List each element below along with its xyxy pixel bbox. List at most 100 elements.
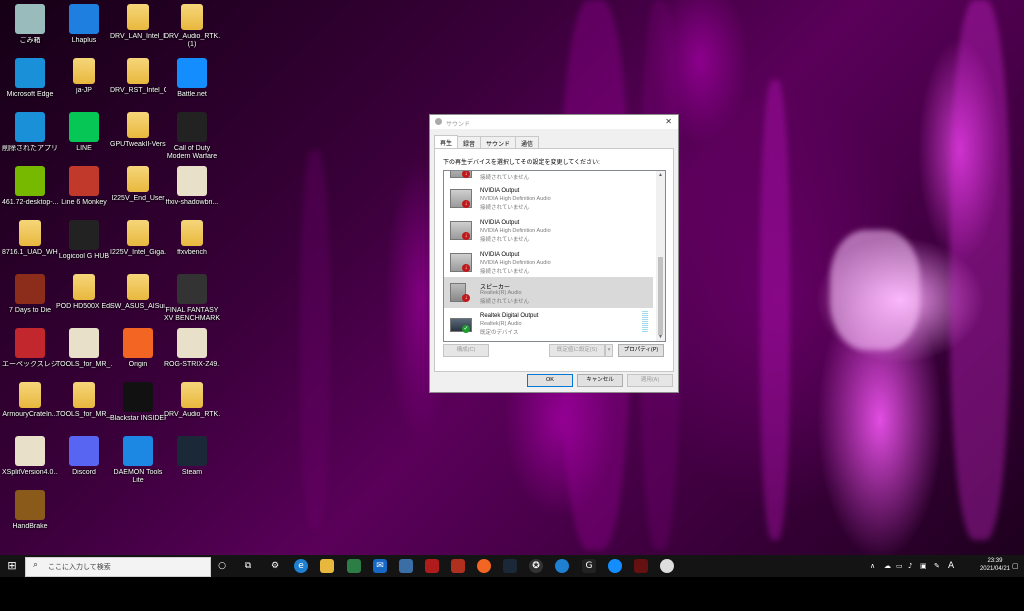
level-meter	[642, 311, 648, 333]
desktop-icon[interactable]: Battle.net	[164, 58, 220, 99]
desktop-icon[interactable]: Lhaplus	[56, 4, 112, 45]
desktop-icon[interactable]: DAEMON Tools Lite	[110, 436, 166, 485]
configure-button[interactable]: 構成(C)	[443, 344, 489, 357]
desktop-icon[interactable]: Origin	[110, 328, 166, 369]
asus-icon[interactable]	[425, 559, 439, 573]
cortana-icon[interactable]: ○	[215, 559, 229, 573]
tab-recording[interactable]: 録音	[457, 136, 482, 148]
set-default-dropdown[interactable]: ▾	[605, 344, 613, 357]
origin-taskbar-icon[interactable]	[477, 559, 491, 573]
playback-panel: 下の再生デバイスを選択してその設定を変更してください: ↓ 接続されていません ↓ N…	[434, 148, 674, 372]
desktop-icon[interactable]: Discord	[56, 436, 112, 477]
desktop-icon[interactable]: I225V_Intel_Giga...	[110, 220, 166, 257]
tray-chevron-icon[interactable]: ∧	[870, 555, 875, 577]
edge-dev-icon[interactable]	[555, 559, 569, 573]
desktop-icon[interactable]: Call of Duty Modern Warfare	[164, 112, 220, 161]
desktop-icon[interactable]: HandBrake	[2, 490, 58, 531]
notification-icon[interactable]: ▢	[1012, 555, 1019, 577]
desktop-icon[interactable]: 削除されたアプリ	[2, 112, 58, 153]
desktop-icon[interactable]: TOOLS_for_MR_...	[56, 328, 112, 369]
ghub-taskbar-icon[interactable]: G	[582, 559, 596, 573]
down-arrow-badge-icon: ↓	[462, 171, 470, 178]
desktop-icon[interactable]: Steam	[164, 436, 220, 477]
desktop-icon[interactable]: ArmouryCrateIn...	[2, 382, 58, 419]
cloud-icon[interactable]: ☁	[884, 555, 891, 577]
tab-sounds[interactable]: サウンド	[480, 136, 517, 148]
set-default-button[interactable]: 既定値に設定(S)	[549, 344, 605, 357]
apply-button[interactable]: 適用(A)	[627, 374, 673, 387]
scroll-thumb[interactable]	[658, 257, 663, 335]
desktop-icon[interactable]: LINE	[56, 112, 112, 153]
desktop-icon[interactable]: ごみ箱	[2, 4, 58, 45]
device-list-item[interactable]: ↓ 接続されていません	[444, 171, 653, 184]
volume-icon[interactable]: ♪	[908, 555, 912, 577]
folder-icon	[127, 4, 149, 30]
desktop-icon[interactable]: ja-JP	[56, 58, 112, 95]
device-list[interactable]: ↓ 接続されていません ↓ NVIDIA Output NVIDIA High Defi…	[443, 170, 666, 342]
edge-taskbar-icon[interactable]: e	[294, 559, 308, 573]
desktop-icon-label: Discord	[72, 469, 96, 476]
desktop-icon[interactable]: ROG-STRIX-Z49...	[164, 328, 220, 369]
taskbar-search-box[interactable]: ⌕ ここに入力して検索	[25, 557, 211, 577]
desktop-icon[interactable]: 7 Days to Die	[2, 274, 58, 315]
desktop-icon[interactable]: Microsoft Edge	[2, 58, 58, 99]
desktop-icon[interactable]: エーペックスレジェンズ	[2, 328, 58, 369]
scrollbar[interactable]: ▲ ▼	[656, 171, 665, 341]
desktop-icon[interactable]: ffxvbench	[164, 220, 220, 257]
mail-icon[interactable]: ✉	[373, 559, 387, 573]
device-sub2: 接続されていません	[480, 299, 530, 305]
desktop-icon[interactable]: DRV_LAN_Intel_I...	[110, 4, 166, 41]
desktop-icon[interactable]: DRV_Audio_RTK...	[164, 382, 220, 419]
ok-button[interactable]: OK	[527, 374, 573, 387]
ime-indicator[interactable]: A	[948, 555, 954, 577]
scroll-down-icon[interactable]: ▼	[658, 334, 663, 340]
display-icon[interactable]: ▣	[920, 555, 927, 577]
desktop-icon[interactable]: Blackstar INSIDER	[110, 382, 166, 423]
desktop-icon[interactable]: POD HD500X Edit	[56, 274, 112, 311]
desktop-icon-label: I225V_End_User	[111, 195, 165, 202]
desktop-icon-label: SW_ASUS_AISui...	[110, 303, 166, 310]
scroll-up-icon[interactable]: ▲	[658, 172, 663, 178]
desktop-icon[interactable]: XSplitVersion4.0...	[2, 436, 58, 477]
clock[interactable]: 23:39 2021/04/21	[980, 557, 1010, 573]
file-explorer-icon[interactable]	[320, 559, 334, 573]
cancel-button[interactable]: キャンセル	[577, 374, 623, 387]
steam-taskbar-icon[interactable]	[503, 559, 517, 573]
desktop-icon[interactable]: Logicool G HUB	[56, 220, 112, 261]
blackstar-taskbar-icon[interactable]: ✪	[529, 559, 543, 573]
desktop-icon[interactable]: ffxiv-shadowbri...	[164, 166, 220, 207]
battlenet-taskbar-icon[interactable]	[608, 559, 622, 573]
task-view-icon[interactable]: ⧉	[241, 559, 255, 573]
down-arrow-badge-icon: ↓	[462, 232, 470, 240]
desktop-icon[interactable]: FINAL FANTASY XV BENCHMARK	[164, 274, 220, 323]
desktop-icon[interactable]: 461.72-desktop-...	[2, 166, 58, 207]
device-list-item[interactable]: ↓ スピーカー Realtek(R) Audio 接続されていません	[444, 277, 653, 308]
device-list-item[interactable]: ✓ Realtek Digital Output Realtek(R) Audio 既…	[444, 308, 653, 339]
desktop-icon[interactable]: I225V_End_User	[110, 166, 166, 203]
close-icon[interactable]: ✕	[665, 117, 672, 126]
armoury-icon[interactable]	[451, 559, 465, 573]
settings-gear-icon[interactable]: ⚙	[268, 559, 282, 573]
network-icon[interactable]: ▭	[896, 555, 903, 577]
desktop-icon[interactable]: DRV_RST_Intel_C...	[110, 58, 166, 95]
app-icon[interactable]	[399, 559, 413, 573]
desktop-icon[interactable]: TOOLS_for_MR_...	[56, 382, 112, 419]
desktop-icon[interactable]: DRV_Audio_RTK... (1)	[164, 4, 220, 49]
desktop-icon[interactable]: Line 6 Monkey	[56, 166, 112, 207]
blackstar-icon	[123, 382, 153, 412]
device-list-item[interactable]: ↓ NVIDIA Output NVIDIA High Definition Aud…	[444, 247, 653, 278]
device-sub1: Realtek(R) Audio	[480, 290, 522, 296]
speaker-taskbar-icon[interactable]	[660, 559, 674, 573]
desktop-icon[interactable]: GPUTweakII-Vers...	[110, 112, 166, 149]
desktop-icon[interactable]: 8716.1_UAD_WH...	[2, 220, 58, 257]
tab-communications[interactable]: 通信	[515, 136, 540, 148]
pen-icon[interactable]: ✎	[934, 555, 940, 577]
store-icon[interactable]	[347, 559, 361, 573]
properties-button[interactable]: プロパティ(P)	[618, 344, 664, 357]
line6-taskbar-icon[interactable]	[634, 559, 648, 573]
desktop-icon[interactable]: SW_ASUS_AISui...	[110, 274, 166, 311]
windows-start-icon[interactable]: ⊞	[0, 555, 24, 577]
dialog-titlebar[interactable]: サウンド ✕	[430, 115, 678, 129]
device-list-item[interactable]: ↓ NVIDIA Output NVIDIA High Definition Aud…	[444, 183, 653, 214]
device-list-item[interactable]: ↓ NVIDIA Output NVIDIA High Definition Aud…	[444, 215, 653, 246]
